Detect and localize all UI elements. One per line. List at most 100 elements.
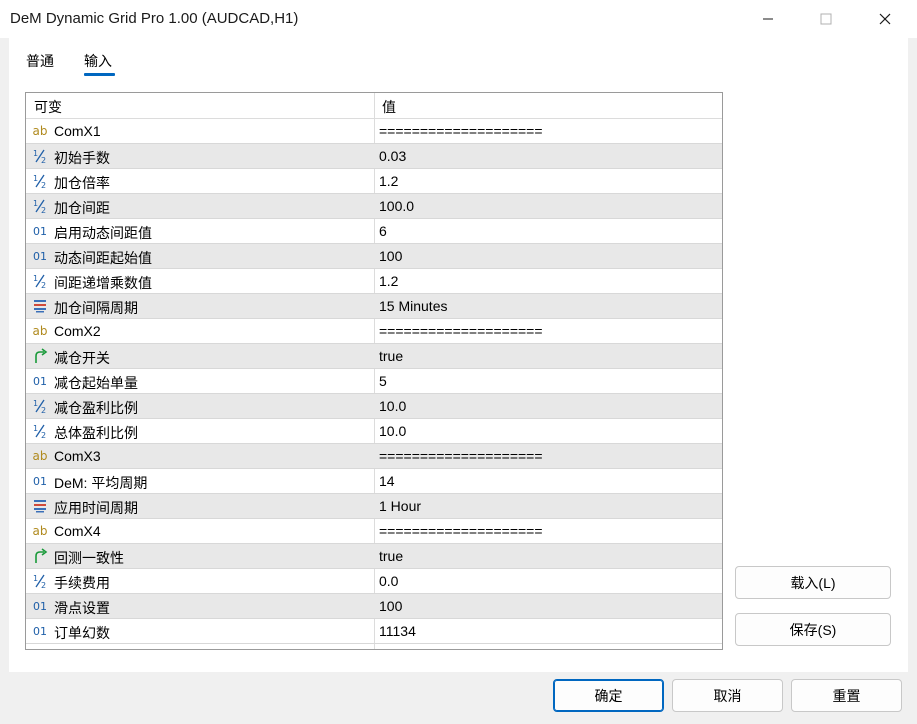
- table-row[interactable]: 加仓间隔周期 15 Minutes: [26, 294, 722, 319]
- parameter-value[interactable]: 10.0: [379, 398, 406, 414]
- parameter-name: 回测一致性: [54, 550, 124, 566]
- table-row[interactable]: 01 减仓起始单量 5: [26, 369, 722, 394]
- tab-inputs[interactable]: 输入: [84, 51, 112, 71]
- integer-01-icon: 01: [33, 474, 47, 488]
- tab-strip: 普通 输入: [9, 38, 908, 78]
- parameter-value[interactable]: 100: [379, 598, 402, 614]
- table-row[interactable]: 1 2 间距递增乘数值 1.2: [26, 269, 722, 294]
- table-row[interactable]: 回测一致性 true: [26, 544, 722, 569]
- parameter-value[interactable]: true: [379, 348, 403, 364]
- table-row[interactable]: 01 订单幻数 11134: [26, 619, 722, 644]
- svg-text:2: 2: [41, 281, 46, 289]
- minimize-button[interactable]: [745, 0, 791, 38]
- parameter-name: 减仓盈利比例: [54, 400, 138, 416]
- parameter-name: 初始手数: [54, 150, 110, 166]
- parameter-value[interactable]: 5: [379, 373, 387, 389]
- reset-button[interactable]: 重置: [791, 679, 902, 712]
- minimize-icon: [763, 18, 773, 20]
- svg-text:1: 1: [33, 574, 38, 583]
- integer-01-icon: 01: [33, 624, 47, 638]
- close-button[interactable]: [862, 0, 908, 38]
- grid-rows: ab ComX1 ==================== 1 2 初始手数 0.03 1 2 加…: [26, 119, 722, 644]
- parameter-value[interactable]: 1.2: [379, 173, 398, 189]
- parameter-name: 订单幻数: [54, 625, 110, 641]
- bool-arrow-icon: [31, 548, 49, 564]
- integer-01-icon: 01: [33, 249, 47, 263]
- parameter-name: 加仓间隔周期: [54, 300, 138, 316]
- parameter-value[interactable]: 11134: [379, 623, 416, 639]
- parameter-name: ComX3: [54, 448, 101, 464]
- save-button[interactable]: 保存(S): [735, 613, 891, 646]
- table-row[interactable]: ab ComX1 ====================: [26, 119, 722, 144]
- parameter-value[interactable]: 100.0: [379, 198, 414, 214]
- parameter-value[interactable]: 10.0: [379, 423, 406, 439]
- load-button[interactable]: 载入(L): [735, 566, 891, 599]
- svg-text:2: 2: [41, 181, 46, 189]
- table-row[interactable]: 1 2 加仓倍率 1.2: [26, 169, 722, 194]
- column-header-value[interactable]: 值: [382, 97, 396, 117]
- table-row[interactable]: 应用时间周期 1 Hour: [26, 494, 722, 519]
- parameter-value[interactable]: ====================: [379, 523, 543, 539]
- title-bar[interactable]: DeM Dynamic Grid Pro 1.00 (AUDCAD,H1): [0, 0, 917, 38]
- maximize-button[interactable]: [803, 0, 849, 38]
- table-row[interactable]: 01 DeM: 平均周期 14: [26, 469, 722, 494]
- table-row[interactable]: 1 2 初始手数 0.03: [26, 144, 722, 169]
- inputs-grid: 可变 值 ab ComX1 ==================== 1 2 初始手数 0.…: [25, 92, 723, 650]
- parameter-value[interactable]: ====================: [379, 448, 543, 464]
- ab-string-icon: ab: [32, 324, 48, 338]
- table-row[interactable]: 01 动态间距起始值 100: [26, 244, 722, 269]
- table-row[interactable]: ab ComX2 ====================: [26, 319, 722, 344]
- fraction-double-icon: 12: [31, 148, 49, 164]
- parameter-value[interactable]: 0.0: [379, 573, 398, 589]
- table-row[interactable]: 减仓开关 true: [26, 344, 722, 369]
- fraction-double-icon: 12: [31, 423, 49, 439]
- parameter-name: 应用时间周期: [54, 500, 138, 516]
- svg-text:1: 1: [33, 399, 38, 408]
- parameter-value[interactable]: 100: [379, 248, 402, 264]
- svg-text:1: 1: [33, 199, 38, 208]
- parameter-name: 间距递增乘数值: [54, 275, 152, 291]
- table-row[interactable]: 1 2 总体盈利比例 10.0: [26, 419, 722, 444]
- parameter-value[interactable]: 15 Minutes: [379, 298, 447, 314]
- table-row[interactable]: 1 2 减仓盈利比例 10.0: [26, 394, 722, 419]
- table-row[interactable]: 1 2 手续费用 0.0: [26, 569, 722, 594]
- cancel-button[interactable]: 取消: [672, 679, 783, 712]
- table-row[interactable]: ab ComX3 ====================: [26, 444, 722, 469]
- ab-string-icon: ab: [32, 524, 48, 538]
- column-header-variable[interactable]: 可变: [34, 97, 62, 117]
- table-row[interactable]: 01 启用动态间距值 6: [26, 219, 722, 244]
- close-icon: [879, 13, 891, 25]
- parameter-value[interactable]: 1.2: [379, 273, 398, 289]
- fraction-double-icon: 12: [31, 273, 49, 289]
- table-row[interactable]: ab ComX4 ====================: [26, 519, 722, 544]
- fraction-double-icon: 12: [31, 398, 49, 414]
- parameter-name: 减仓开关: [54, 350, 110, 366]
- parameter-name: 滑点设置: [54, 600, 110, 616]
- parameter-name: 动态间距起始值: [54, 250, 152, 266]
- window-title: DeM Dynamic Grid Pro 1.00 (AUDCAD,H1): [10, 10, 299, 27]
- parameter-name: 加仓倍率: [54, 175, 110, 191]
- parameter-name: DeM: 平均周期: [54, 475, 148, 491]
- parameter-value[interactable]: 14: [379, 473, 395, 489]
- bool-arrow-icon: [31, 348, 49, 364]
- table-row[interactable]: 1 2 加仓间距 100.0: [26, 194, 722, 219]
- integer-01-icon: 01: [33, 599, 47, 613]
- parameter-value[interactable]: ====================: [379, 323, 543, 339]
- tab-common[interactable]: 普通: [26, 51, 54, 71]
- maximize-icon: [820, 13, 832, 25]
- parameter-value[interactable]: ====================: [379, 123, 543, 139]
- svg-text:1: 1: [33, 274, 38, 283]
- table-row[interactable]: 01 滑点设置 100: [26, 594, 722, 619]
- parameter-name: 启用动态间距值: [54, 225, 152, 241]
- parameter-value[interactable]: 0.03: [379, 148, 406, 164]
- parameter-value[interactable]: true: [379, 548, 403, 564]
- parameter-name: ComX4: [54, 523, 101, 539]
- fraction-double-icon: 12: [31, 573, 49, 589]
- parameter-name: ComX2: [54, 323, 101, 339]
- parameter-value[interactable]: 1 Hour: [379, 498, 421, 514]
- fraction-double-icon: 12: [31, 198, 49, 214]
- ok-button[interactable]: 确定: [553, 679, 664, 712]
- svg-text:2: 2: [41, 581, 46, 589]
- parameter-name: 手续费用: [54, 575, 110, 591]
- parameter-value[interactable]: 6: [379, 223, 387, 239]
